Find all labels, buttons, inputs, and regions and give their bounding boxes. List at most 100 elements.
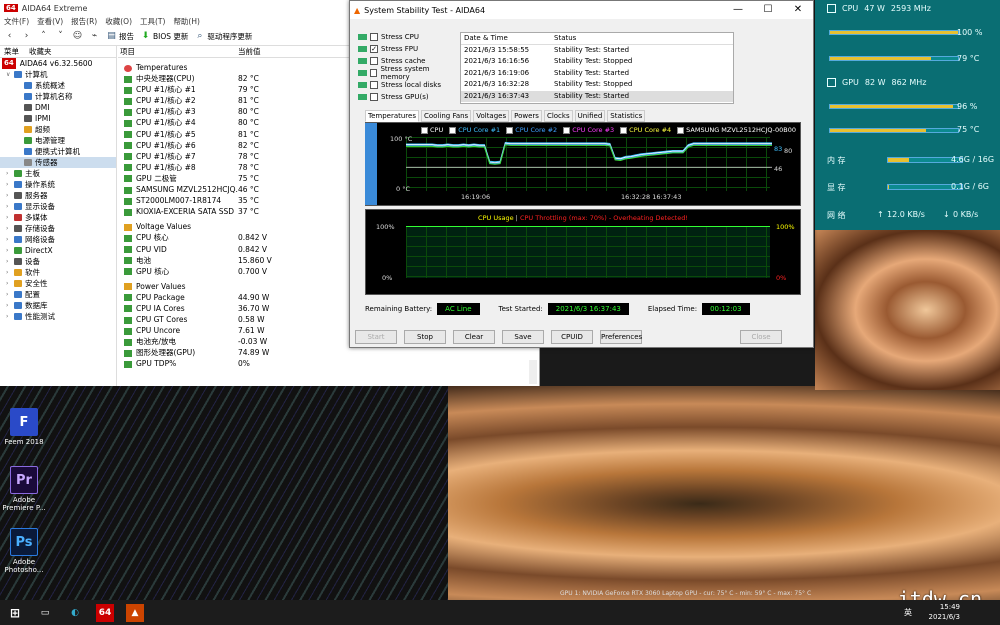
graph-tab[interactable]: Cooling Fans	[421, 110, 472, 122]
graph-tab[interactable]: Powers	[511, 110, 542, 122]
stress-checkbox[interactable]	[369, 69, 378, 77]
taskbar-clock[interactable]: 15:49 2021/6/3	[929, 602, 960, 622]
windows-start-icon[interactable]: ⊞	[6, 604, 24, 622]
legend-checkbox[interactable]	[421, 126, 428, 134]
legend-item[interactable]: CPU Core #1	[449, 126, 500, 134]
expand-icon[interactable]: ›	[6, 311, 14, 322]
expand-icon[interactable]: ›	[6, 212, 14, 223]
sst-button-preferences[interactable]: Preferences	[600, 330, 642, 344]
menu-item[interactable]: 工具(T)	[140, 16, 165, 28]
expand-icon[interactable]: ∨	[6, 69, 14, 80]
tree-item[interactable]: › 服务器	[0, 190, 116, 201]
graph-tab[interactable]: Voltages	[473, 110, 510, 122]
back-icon[interactable]: ‹	[4, 31, 15, 42]
expand-icon[interactable]: ›	[6, 300, 14, 311]
graph-tab[interactable]: Statistics	[607, 110, 646, 122]
forward-icon[interactable]: ›	[21, 31, 32, 42]
log-row[interactable]: 2021/6/3 16:32:28 Stability Test: Stopped	[461, 79, 733, 91]
desktop-icon-feem[interactable]: F Feem 2018	[2, 408, 46, 446]
expand-icon[interactable]: ›	[6, 289, 14, 300]
legend-item[interactable]: SAMSUNG MZVL2512HCJQ-00B00	[677, 126, 796, 134]
tree-item[interactable]: › 多媒体	[0, 212, 116, 223]
tree-item[interactable]: › 设备	[0, 256, 116, 267]
tree-item[interactable]: 传感器	[0, 157, 116, 168]
log-row[interactable]: 2021/6/3 15:58:55 Stability Test: Started	[461, 45, 733, 57]
stress-option[interactable]: Stress CPU	[358, 31, 458, 43]
sidebar-tab[interactable]: 菜单	[4, 46, 19, 57]
legend-checkbox[interactable]	[620, 126, 628, 134]
sst-button-start[interactable]: Start	[355, 330, 397, 344]
legend-item[interactable]: CPU	[421, 126, 443, 134]
stability-test-taskbar-icon[interactable]: ▲	[126, 603, 144, 622]
tree-item[interactable]: › 数据库	[0, 300, 116, 311]
stress-checkbox[interactable]	[370, 57, 378, 65]
close-icon[interactable]: ✕	[783, 1, 813, 19]
sst-button-clear[interactable]: Clear	[453, 330, 495, 344]
stress-option[interactable]: Stress GPU(s)	[358, 91, 458, 103]
vertical-scrollbar[interactable]	[529, 360, 537, 384]
desktop-icon-photoshop[interactable]: Ps Adobe Photosho...	[2, 528, 46, 574]
sensor-row[interactable]: GPU TDP% 0%	[118, 358, 538, 369]
bios-update-button[interactable]: ⬇ BIOS 更新	[140, 31, 189, 42]
expand-icon[interactable]: ›	[6, 267, 14, 278]
chart-icon[interactable]: ⌁	[89, 31, 100, 42]
expand-icon[interactable]: ›	[6, 190, 14, 201]
aida64-taskbar-icon[interactable]: 64	[96, 603, 114, 622]
tree-item[interactable]: 计算机名称	[0, 91, 116, 102]
expand-icon[interactable]: ›	[6, 256, 14, 267]
log-row[interactable]: 2021/6/3 16:19:06 Stability Test: Started	[461, 68, 733, 80]
maximize-icon[interactable]: ☐	[753, 1, 783, 19]
tree-item[interactable]: 系统概述	[0, 80, 116, 91]
tree-item[interactable]: ∨ 计算机	[0, 69, 116, 80]
menu-item[interactable]: 收藏(O)	[105, 16, 132, 28]
report-button[interactable]: ▤ 报告	[106, 31, 134, 42]
stress-option[interactable]: Stress system memory	[358, 65, 458, 81]
tree-item[interactable]: › 显示设备	[0, 201, 116, 212]
log-row[interactable]: 2021/6/3 16:37:43 Stability Test: Started	[461, 90, 733, 102]
sst-button-close[interactable]: Close	[740, 330, 782, 344]
user-icon[interactable]: ☺	[72, 31, 83, 42]
expand-icon[interactable]: ›	[6, 278, 14, 289]
tree-item[interactable]: › 性能测试	[0, 311, 116, 322]
legend-item[interactable]: CPU Core #2	[506, 126, 557, 134]
graph-tab[interactable]: Unified	[574, 110, 606, 122]
tree-item[interactable]: › 安全性	[0, 278, 116, 289]
menu-item[interactable]: 查看(V)	[37, 16, 63, 28]
column-value[interactable]: 当前值	[238, 46, 338, 57]
tree-item[interactable]: › 软件	[0, 267, 116, 278]
aida-version-item[interactable]: 64 AIDA64 v6.32.5600	[0, 58, 116, 69]
sensor-row[interactable]: 图形处理器(GPU) 74.89 W	[118, 347, 538, 358]
expand-icon[interactable]: ›	[6, 234, 14, 245]
legend-checkbox[interactable]	[677, 126, 685, 134]
menu-item[interactable]: 帮助(H)	[173, 16, 200, 28]
expand-icon[interactable]: ›	[6, 245, 14, 256]
desktop-icon-premiere[interactable]: Pr Adobe Premiere P...	[2, 466, 46, 512]
edge-icon[interactable]: ◐	[66, 604, 84, 622]
menu-item[interactable]: 报告(R)	[71, 16, 97, 28]
driver-update-button[interactable]: ⌕ 驱动程序更新	[194, 31, 252, 42]
sidebar-tab[interactable]: 收藏夹	[29, 46, 52, 57]
up-icon[interactable]: ˄	[38, 31, 49, 42]
legend-checkbox[interactable]	[449, 126, 457, 134]
minimize-icon[interactable]: —	[723, 1, 753, 19]
tree-item[interactable]: › 主板	[0, 168, 116, 179]
task-view-icon[interactable]: ▭	[36, 604, 54, 622]
sst-button-cpuid[interactable]: CPUID	[551, 330, 593, 344]
menu-item[interactable]: 文件(F)	[4, 16, 29, 28]
stress-checkbox[interactable]	[370, 33, 378, 41]
tree-item[interactable]: › 配置	[0, 289, 116, 300]
graph-tab[interactable]: Clocks	[543, 110, 573, 122]
legend-item[interactable]: CPU Core #4	[620, 126, 671, 134]
expand-icon[interactable]: ›	[6, 168, 14, 179]
tree-item[interactable]: › 网络设备	[0, 234, 116, 245]
sst-button-save[interactable]: Save	[502, 330, 544, 344]
language-indicator[interactable]: 英	[904, 607, 912, 618]
tree-item[interactable]: DMI	[0, 102, 116, 113]
stress-checkbox[interactable]: ✓	[370, 45, 378, 53]
expand-icon[interactable]: ›	[6, 201, 14, 212]
tree-item[interactable]: 便携式计算机	[0, 146, 116, 157]
collapse-icon[interactable]: ˅	[55, 31, 66, 42]
stress-checkbox[interactable]	[370, 93, 378, 101]
stress-checkbox[interactable]	[370, 81, 378, 89]
sst-button-stop[interactable]: Stop	[404, 330, 446, 344]
